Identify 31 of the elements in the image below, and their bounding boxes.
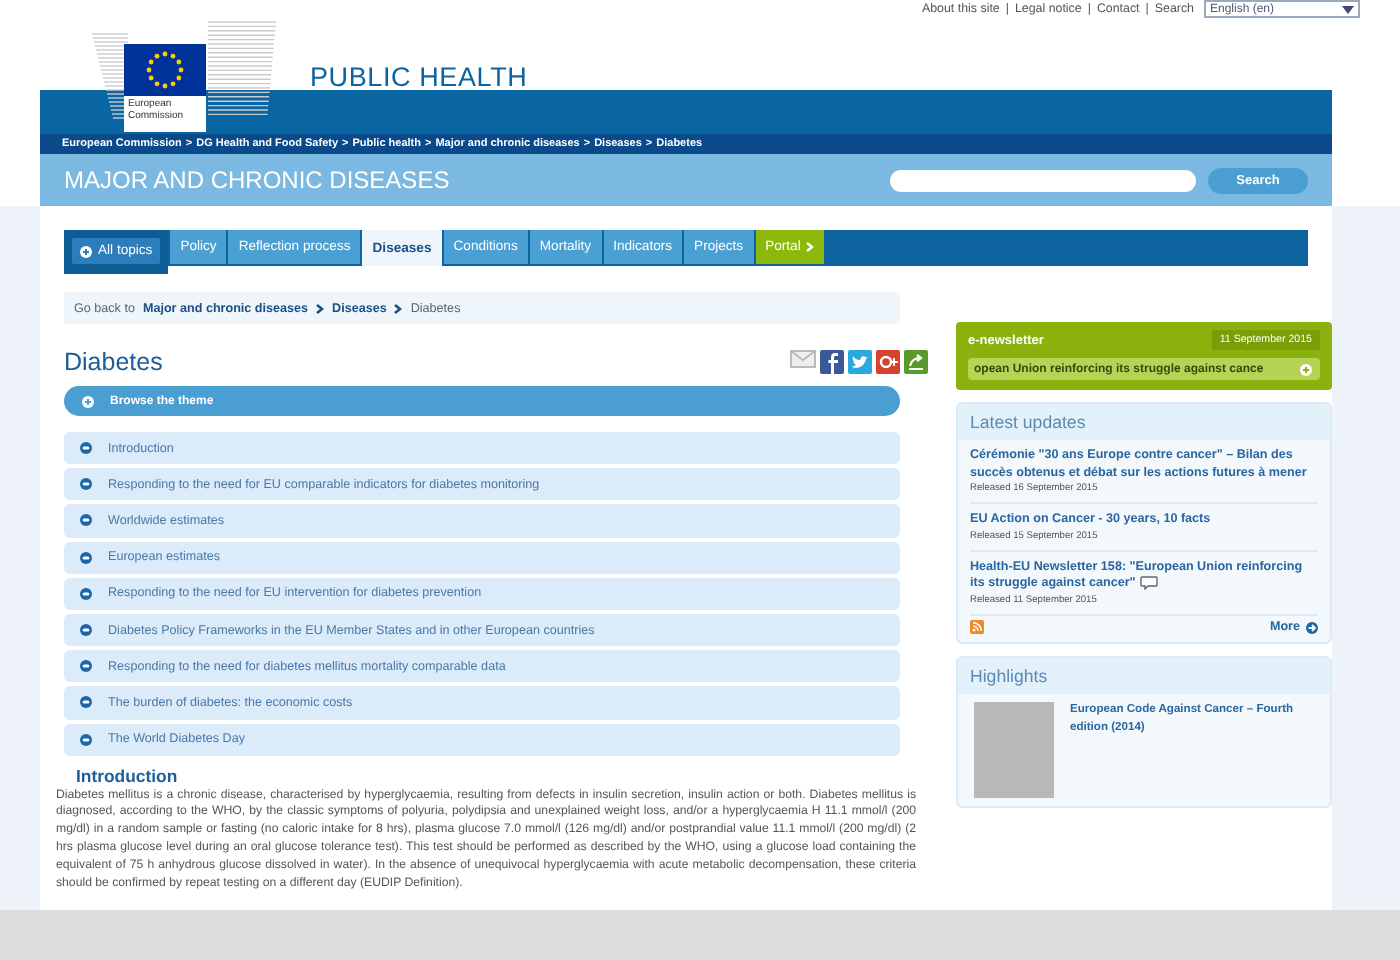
arrow-circle-icon bbox=[1306, 621, 1318, 634]
circle-bullet-icon bbox=[80, 551, 92, 564]
facebook-icon[interactable] bbox=[820, 349, 844, 373]
search-field[interactable] bbox=[890, 169, 1196, 191]
site-title: PUBLIC HEALTH bbox=[310, 62, 528, 92]
chevron-icon bbox=[806, 242, 815, 252]
chevron-icon bbox=[394, 303, 403, 313]
circle-bullet-icon bbox=[80, 696, 92, 709]
share-icon[interactable] bbox=[904, 349, 928, 373]
circle-bullet-icon bbox=[80, 587, 92, 600]
circle-bullet-icon bbox=[80, 478, 92, 491]
panel-title: Latest updates bbox=[958, 404, 1330, 440]
chevron-icon bbox=[316, 303, 325, 313]
circle-bullet-icon bbox=[80, 442, 92, 455]
circle-bullet-icon bbox=[80, 733, 92, 746]
comment-icon bbox=[1139, 576, 1158, 591]
google-plus-icon[interactable] bbox=[876, 349, 900, 373]
circle-bullet-icon bbox=[80, 660, 92, 673]
eu-flag-icon bbox=[124, 44, 206, 96]
section-heading: Introduction bbox=[76, 765, 180, 786]
rss-icon[interactable] bbox=[970, 620, 984, 635]
caret-icon bbox=[1342, 5, 1354, 13]
photo-placeholder bbox=[974, 702, 1054, 799]
page-title: Diabetes bbox=[64, 347, 163, 375]
circle-bullet-icon bbox=[80, 624, 92, 637]
circle-bullet-icon bbox=[80, 514, 92, 527]
plus-circle-icon bbox=[1300, 363, 1312, 375]
plus-circle-icon bbox=[82, 395, 94, 407]
section-title: MAJOR AND CHRONIC DISEASES bbox=[64, 166, 452, 194]
plus-circle-icon bbox=[80, 245, 92, 257]
panel-title: Highlights bbox=[958, 658, 1330, 695]
